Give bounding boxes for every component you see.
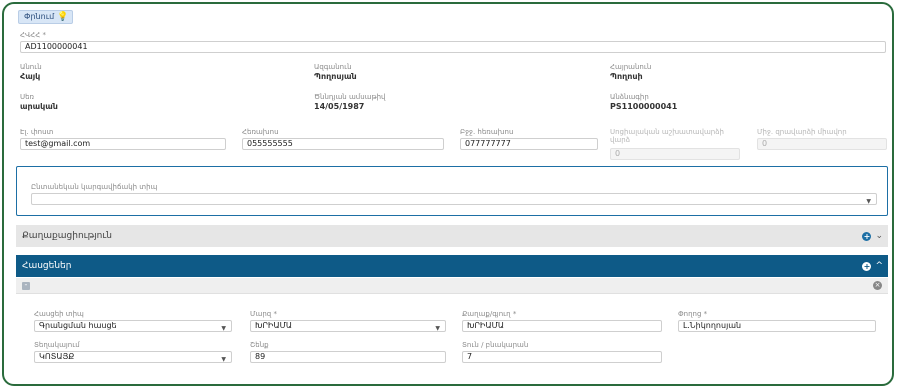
citizenship-section-header[interactable]: Քաղաքացիություն + ⌄ [16, 225, 888, 247]
search-button[interactable]: Փրնում 💡 [18, 10, 74, 24]
chevron-up-icon[interactable]: ^ [875, 255, 883, 277]
lightbulb-icon: 💡 [57, 12, 69, 22]
region-value: ԽՐԻԱՄԱ [255, 321, 293, 330]
birth-date-label: Ծննդյան ամսաթիվ [314, 93, 386, 101]
passport-label: Անձնագիր [610, 93, 649, 101]
district-value: ԿՈՏԱՅՔ [39, 352, 75, 361]
remove-address-icon[interactable]: × [873, 281, 882, 290]
apartment-label: Տուն / բնակարան [462, 341, 529, 349]
addresses-section-header[interactable]: Հասցեներ + ^ [16, 255, 888, 277]
email-label: Էլ. փոստ [20, 128, 54, 136]
last-name-value: Պողոսյան [314, 72, 357, 81]
building-label: Շենք [250, 341, 269, 349]
chevron-down-icon: ▼ [866, 198, 871, 205]
street-input[interactable]: Լ.Նիկողոսյան [678, 320, 876, 332]
birth-date-value: 14/05/1987 [314, 102, 365, 111]
addresses-title: Հասցեներ [22, 261, 72, 271]
mobile-label: Բջջ. հեռախոս [460, 128, 514, 136]
avg-input[interactable]: 0 [757, 138, 887, 150]
chevron-down-icon: ▼ [221, 325, 226, 332]
family-status-panel: Ընտանեկան կարգավիճակի տիպ ▼ [16, 166, 888, 216]
chevron-down-icon[interactable]: ⌄ [875, 225, 883, 247]
hvhh-label: ՀՎՀՀ * [20, 31, 47, 39]
social-input[interactable]: 0 [610, 148, 740, 160]
address-type-select[interactable]: Գրանցման հասցե ▼ [34, 320, 232, 332]
district-label: Տեղակայում [34, 341, 80, 349]
search-button-label: Փրնում [24, 12, 55, 21]
mobile-input[interactable]: 077777777 [460, 138, 598, 150]
building-input[interactable]: 89 [250, 351, 446, 363]
passport-value: PS1100000041 [610, 102, 678, 111]
district-select[interactable]: ԿՈՏԱՅՔ ▼ [34, 351, 232, 363]
first-name-value: Հայկ [20, 72, 41, 81]
first-name-label: Անուն [20, 63, 42, 71]
address-item-toolbar: - × [16, 278, 888, 294]
gender-value: արական [20, 102, 58, 111]
email-input[interactable]: test@gmail.com [20, 138, 226, 150]
phone-label: Հեռախոս [242, 128, 279, 136]
street-label: Փողոց * [678, 310, 708, 318]
app-frame: Փրնում 💡 ՀՎՀՀ * AD1100000041 Անուն Հայկ … [2, 2, 894, 386]
region-label: Մարզ * [250, 310, 277, 318]
address-type-label: Հասցեի տիպ [34, 310, 84, 318]
social-label: Սոցիալական աշխատավարձի վարձ [610, 128, 724, 144]
chevron-down-icon: ▼ [435, 325, 440, 332]
add-address-icon[interactable]: + [862, 261, 872, 271]
phone-input[interactable]: 055555555 [242, 138, 444, 150]
city-label: Քաղաք/գյուղ * [462, 310, 517, 318]
collapse-icon[interactable]: - [22, 281, 30, 290]
avg-label: Միջ. զրավարձի միավոր [757, 128, 847, 136]
city-input[interactable]: ԽՐԻԱՄԱ [462, 320, 662, 332]
hvhh-input[interactable]: AD1100000041 [20, 41, 886, 53]
address-type-value: Գրանցման հասցե [39, 321, 117, 330]
last-name-label: Ազգանուն [314, 63, 352, 71]
family-status-select[interactable]: ▼ [31, 193, 877, 205]
chevron-down-icon: ▼ [221, 356, 226, 363]
apartment-input[interactable]: 7 [462, 351, 662, 363]
patronymic-value: Պողոսի [610, 72, 643, 81]
gender-label: Սեռ [20, 93, 35, 101]
family-status-label: Ընտանեկան կարգավիճակի տիպ [31, 183, 158, 191]
patronymic-label: Հայրանուն [610, 63, 652, 71]
citizenship-title: Քաղաքացիություն [22, 231, 112, 241]
add-citizenship-icon[interactable]: + [862, 231, 872, 241]
region-select[interactable]: ԽՐԻԱՄԱ ▼ [250, 320, 446, 332]
